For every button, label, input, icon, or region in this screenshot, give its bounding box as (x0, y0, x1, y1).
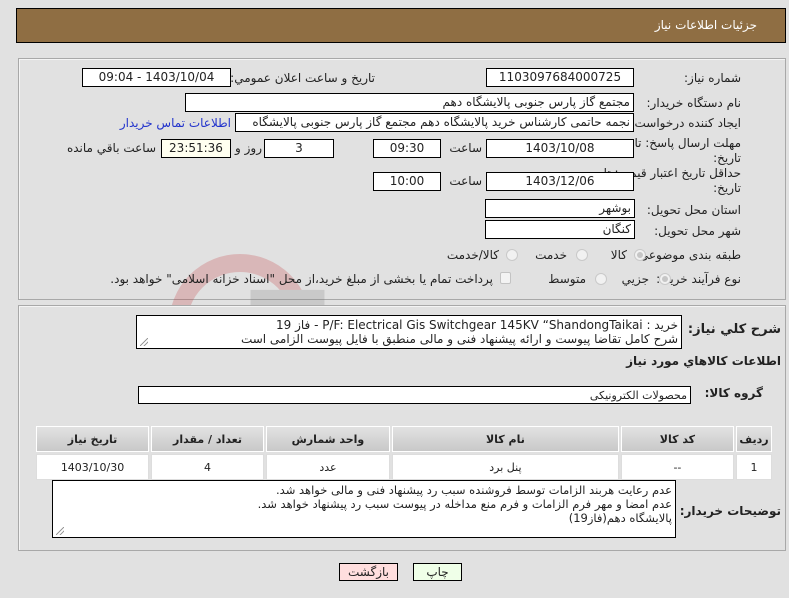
province-field: بوشهر (485, 199, 635, 218)
category-option-goods: کالا (610, 248, 627, 262)
buyer-org-label: نام دستگاه خريدار: (646, 96, 742, 110)
reply-time-label: ساعت (449, 141, 482, 155)
purchase-type-option-minor: جزيي (621, 272, 649, 286)
need-number-label: شماره نياز: (684, 71, 741, 85)
page-header: جزئيات اطلاعات نياز (16, 8, 786, 43)
category-option-service: خدمت (535, 248, 567, 262)
reply-deadline-time: 09:30 (373, 139, 441, 158)
category-label: طبقه بندی موضوعی: (634, 248, 741, 262)
description-label: شرح کلي نياز: (687, 322, 781, 337)
goods-table-header: رديف کد کالا نام کالا واحد شمارش تعداد /… (36, 426, 772, 452)
buyer-contact-link[interactable]: اطلاعات تماس خريدار (120, 116, 231, 130)
col-goods-code: کد کالا (620, 426, 734, 452)
category-option-goods-service: کالا/خدمت (446, 248, 499, 262)
col-quantity: تعداد / مقدار (151, 426, 265, 452)
category-radio-service[interactable] (576, 249, 588, 261)
province-label: استان محل تحويل: (646, 203, 741, 217)
back-button[interactable]: بازگشت (339, 563, 398, 581)
purchase-type-option-medium: متوسط (548, 272, 586, 286)
resize-handle[interactable] (140, 338, 148, 346)
goods-section-title: اطلاعات کالاهاي مورد نياز (626, 354, 781, 368)
announce-datetime-label: تاريخ و ساعت اعلان عمومي: (230, 71, 375, 85)
treasury-checkbox[interactable] (500, 272, 511, 284)
treasury-note: پرداخت تمام يا بخشی از مبلغ خريد،از محل … (110, 272, 493, 286)
cell-goods-code: -- (620, 454, 734, 480)
requester-field: نجمه حاتمی کارشناس خرید پالایشگاه دهم مج… (235, 113, 634, 132)
cell-goods-name: پنل برد (391, 454, 619, 480)
buyer-note-line: عدم امضا و مهر فرم الزامات و فرم منع مدا… (257, 497, 672, 511)
announce-datetime-field: 1403/10/04 - 09:04 (82, 68, 231, 87)
category-radio-goods-service[interactable] (506, 249, 518, 261)
time-remaining: 23:51:36 (161, 139, 231, 158)
buyer-note-line: پالایشگاه دهم(فاز19) (568, 511, 672, 525)
description-line-1: خرید : P/F: Electrical Gis Switchgear 14… (276, 318, 678, 332)
price-validity-time-label: ساعت (449, 174, 482, 188)
category-radio-goods[interactable] (634, 249, 646, 261)
description-textarea[interactable]: خرید : P/F: Electrical Gis Switchgear 14… (136, 315, 682, 349)
goods-table: رديف کد کالا نام کالا واحد شمارش تعداد /… (34, 424, 774, 482)
price-validity-time: 10:00 (373, 172, 441, 191)
col-goods-name: نام کالا (391, 426, 619, 452)
resize-handle[interactable] (56, 527, 64, 535)
price-validity-date: 1403/12/06 (486, 172, 634, 191)
table-row: 1 -- پنل برد عدد 4 1403/10/30 (36, 454, 772, 480)
col-unit: واحد شمارش (266, 426, 390, 452)
cell-row-number: 1 (735, 454, 772, 480)
col-need-date: تاريخ نياز (36, 426, 150, 452)
need-number-field: 1103097684000725 (486, 68, 634, 87)
cell-quantity: 4 (151, 454, 265, 480)
purchase-type-radio-medium[interactable] (595, 273, 607, 285)
purchase-type-radio-minor[interactable] (659, 273, 671, 285)
reply-deadline-label: مهلت ارسال پاسخ: تا تاريخ: (634, 136, 741, 165)
goods-group-label: گروه کالا: (704, 386, 763, 400)
requester-label: ايجاد کننده درخواست: (630, 116, 741, 130)
description-line-2: شرح کامل تقاضا پیوست و ارائه پیشنهاد فنی… (240, 332, 678, 346)
buyer-note-line: عدم رعایت هربند الزامات توسط فروشنده سبب… (276, 483, 672, 497)
city-field: کنگان (485, 220, 635, 239)
buyer-notes-textarea[interactable]: عدم رعایت هربند الزامات توسط فروشنده سبب… (52, 480, 676, 538)
time-remaining-label: ساعت باقي مانده (66, 141, 156, 155)
cell-need-date: 1403/10/30 (36, 454, 150, 480)
reply-deadline-date: 1403/10/08 (486, 139, 634, 158)
buyer-notes-label: توضيحات خريدار: (679, 504, 781, 518)
goods-group-field: محصولات الکترونیکی (138, 386, 691, 404)
print-button[interactable]: چاپ (413, 563, 462, 581)
city-label: شهر محل تحويل: (654, 224, 741, 238)
cell-unit: عدد (266, 454, 390, 480)
buyer-org-field: مجتمع گاز پارس جنوبی پالایشگاه دهم (185, 93, 634, 112)
col-row-number: رديف (735, 426, 772, 452)
page-title: جزئيات اطلاعات نياز (654, 18, 757, 32)
days-label: روز و (235, 141, 262, 155)
days-remaining: 3 (264, 139, 334, 158)
